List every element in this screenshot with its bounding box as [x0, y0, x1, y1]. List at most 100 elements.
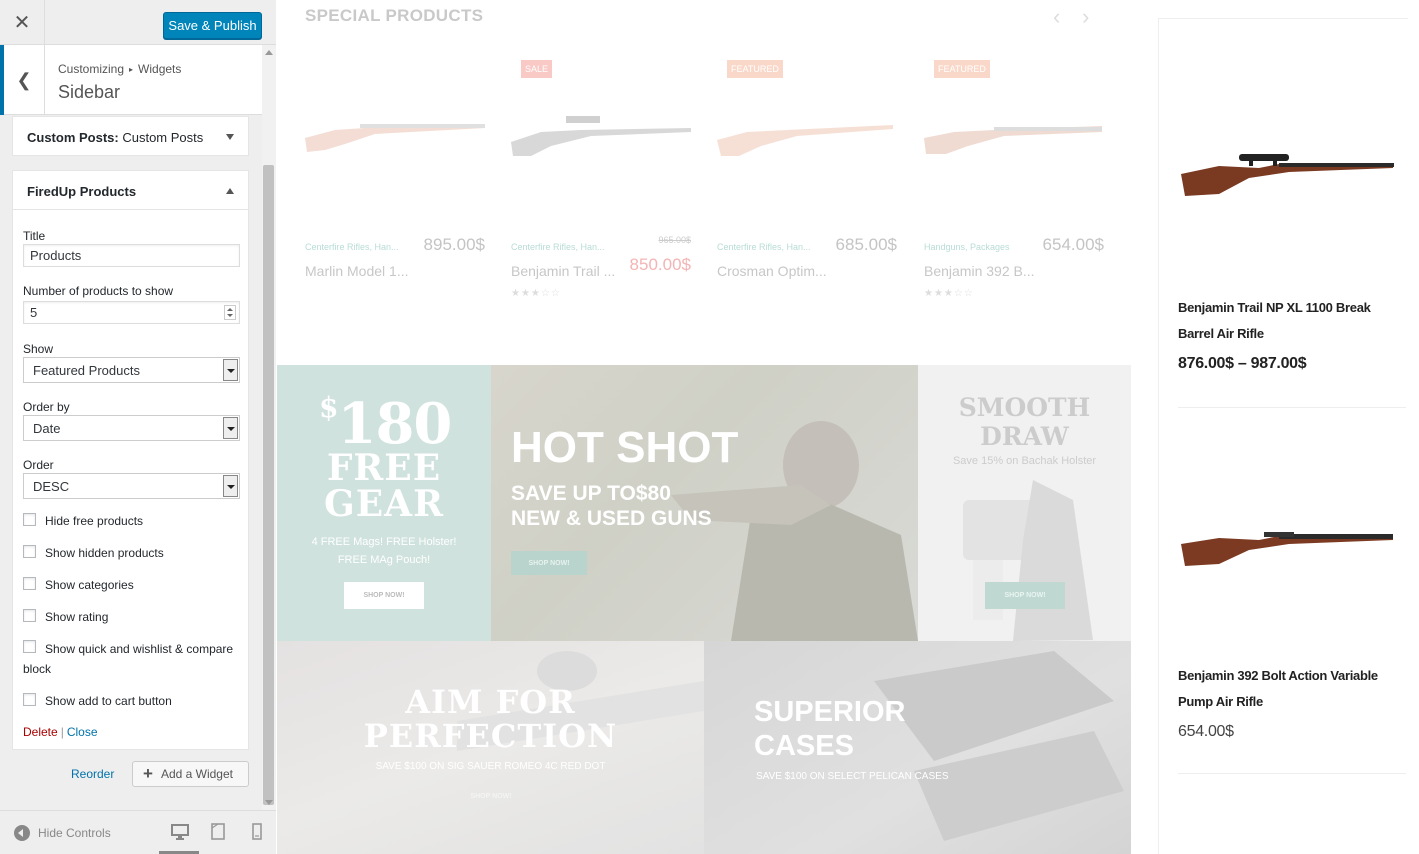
order-select[interactable]: DESC [23, 473, 240, 499]
rifle-image[interactable] [1179, 144, 1399, 204]
back-icon[interactable]: ❮ [0, 45, 45, 115]
star-rating: ★★★☆☆ [511, 288, 561, 299]
num-products-value: 5 [30, 305, 38, 320]
product-card[interactable]: SALE 965.00$ 850.00$ Centerfire Rifles, … [511, 55, 691, 315]
tablet-icon[interactable] [209, 823, 227, 841]
product-name[interactable]: Marlin Model 1... [305, 263, 408, 279]
product-card[interactable]: Centerfire Rifles, Han... 895.00$ Marlin… [305, 55, 485, 315]
sidebar-product-price: 876.00$ – 987.00$ [1178, 355, 1307, 372]
shop-now-button[interactable]: SHOP NOW! [344, 582, 424, 609]
banner-desc: SAVE $100 ON SELECT PELICAN CASES [756, 771, 949, 782]
banner-free-gear[interactable]: $180 FREE GEAR 4 FREE Mags! FREE Holster… [277, 365, 491, 641]
desktop-icon[interactable] [171, 823, 189, 841]
divider [1178, 773, 1406, 774]
shop-now-button[interactable]: SHOP NOW! [511, 551, 587, 575]
shop-now-button[interactable]: SHOP NOW! [451, 787, 531, 805]
scrollbar[interactable] [262, 45, 276, 810]
show-add-to-cart-checkbox[interactable] [23, 693, 36, 706]
hide-controls-button[interactable]: Hide Controls [14, 825, 111, 841]
banner-title-1: AIM FOR [405, 683, 576, 721]
product-price: 895.00$ [423, 235, 485, 254]
star-rating: ★★★☆☆ [924, 288, 974, 299]
reorder-link[interactable]: Reorder [71, 767, 114, 781]
featured-badge: FEATURED [727, 60, 783, 78]
mobile-icon[interactable] [248, 823, 266, 841]
customizer-footer: Hide Controls [0, 810, 276, 854]
order-value: DESC [33, 479, 70, 494]
product-categories: Centerfire Rifles, Han... [717, 242, 811, 252]
orderby-value: Date [33, 421, 61, 436]
rifle-image [717, 125, 893, 156]
site-preview: SPECIAL PRODUCTS ‹ › Centerfire Rifles, … [277, 0, 1419, 854]
special-products-section: SPECIAL PRODUCTS ‹ › Centerfire Rifles, … [277, 0, 1130, 336]
scroll-up-icon[interactable] [265, 50, 273, 55]
hide-free-label: Hide free products [45, 514, 144, 528]
close-link[interactable]: Close [67, 725, 98, 739]
rifle-image[interactable] [1179, 514, 1399, 574]
product-name[interactable]: Benjamin Trail ... [511, 263, 615, 279]
scrollbar-thumb[interactable] [263, 165, 274, 805]
hide-controls-label: Hide Controls [38, 826, 111, 840]
chevron-right-icon[interactable]: › [1082, 4, 1089, 30]
show-add-to-cart-label: Show add to cart button [45, 694, 172, 708]
show-categories-checkbox[interactable] [23, 577, 36, 590]
banner-smooth-draw[interactable]: SMOOTH DRAW Save 15% on Bachak Holster S… [918, 365, 1131, 641]
show-select[interactable]: Featured Products [23, 357, 240, 383]
banner-currency: $ [319, 391, 339, 424]
banner-title-1: SUPERIOR [754, 696, 906, 728]
banner-cases[interactable]: SUPERIOR CASES SAVE $100 ON SELECT PELIC… [704, 641, 1131, 854]
show-quick-label: Show quick and wishlist & compare block [23, 642, 234, 676]
num-products-input[interactable]: 5 [23, 301, 240, 324]
orderby-label: Order by [23, 400, 70, 414]
section-header: ❮ Customizing ▸ Widgets Sidebar [0, 45, 262, 115]
collapse-icon[interactable] [226, 188, 234, 194]
show-value: Featured Products [33, 363, 140, 378]
banner-title-2: CASES [754, 730, 854, 762]
add-widget-label: Add a Widget [160, 767, 233, 781]
spinner-icon[interactable] [224, 305, 236, 320]
orderby-select[interactable]: Date [23, 415, 240, 441]
chevron-down-icon[interactable] [223, 417, 238, 439]
num-products-label: Number of products to show [23, 284, 174, 298]
divider [13, 209, 248, 210]
sidebar-product-name[interactable]: Benjamin 392 Bolt Action Variable Pump A… [1178, 663, 1403, 715]
plus-icon: + [143, 764, 153, 783]
show-hidden-checkbox[interactable] [23, 545, 36, 558]
chevron-down-icon[interactable] [223, 475, 238, 497]
save-publish-button[interactable]: Save & Publish [163, 12, 262, 39]
banner-hot-shot[interactable]: HOT SHOT SAVE UP TO$80 NEW & USED GUNS S… [491, 365, 918, 641]
sidebar-product-price: 654.00$ [1178, 723, 1234, 740]
breadcrumb: Customizing ▸ Widgets [58, 62, 181, 76]
banner-aim[interactable]: AIM FOR PERFECTION SAVE $100 ON SIG SAUE… [277, 641, 704, 854]
widget-title[interactable]: FiredUp Products [27, 184, 136, 199]
shop-now-button[interactable]: SHOP NOW! [985, 582, 1065, 609]
delete-link[interactable]: Delete [23, 725, 58, 739]
action-separator: | [60, 725, 64, 739]
show-label: Show [23, 342, 54, 356]
breadcrumb-separator-icon: ▸ [129, 65, 134, 74]
sidebar-product-name[interactable]: Benjamin Trail NP XL 1100 Break Barrel A… [1178, 295, 1403, 347]
title-input[interactable] [23, 244, 240, 267]
widget-title: Custom Posts: Custom Posts [27, 130, 203, 145]
show-rating-checkbox[interactable] [23, 609, 36, 622]
rifle-image [305, 124, 485, 152]
banner-line-2: NEW & USED GUNS [511, 507, 712, 530]
expand-icon[interactable] [226, 134, 234, 140]
customizer-panel: ✕ Save & Publish ❮ Customizing ▸ Widgets S… [0, 0, 276, 854]
product-categories: Centerfire Rifles, Han... [305, 242, 399, 252]
product-price: 654.00$ [1042, 235, 1104, 254]
product-card[interactable]: FEATURED Handguns, Packages 654.00$ Benj… [924, 55, 1104, 315]
title-label: Title [23, 229, 46, 243]
chevron-down-icon[interactable] [223, 359, 238, 381]
close-icon[interactable]: ✕ [0, 0, 45, 45]
product-old-price: 965.00$ [658, 235, 691, 245]
product-card[interactable]: FEATURED Centerfire Rifles, Han... 685.0… [717, 55, 897, 315]
product-name[interactable]: Benjamin 392 B... [924, 263, 1035, 279]
product-name[interactable]: Crosman Optim... [717, 263, 827, 279]
banner-desc: Save 15% on Bachak Holster [952, 455, 1097, 467]
widget-custom-posts[interactable]: Custom Posts: Custom Posts [12, 116, 249, 156]
add-widget-button[interactable]: + Add a Widget [132, 761, 249, 787]
chevron-left-icon[interactable]: ‹ [1053, 4, 1060, 30]
hide-free-checkbox[interactable] [23, 513, 36, 526]
scroll-down-icon[interactable] [265, 800, 273, 805]
